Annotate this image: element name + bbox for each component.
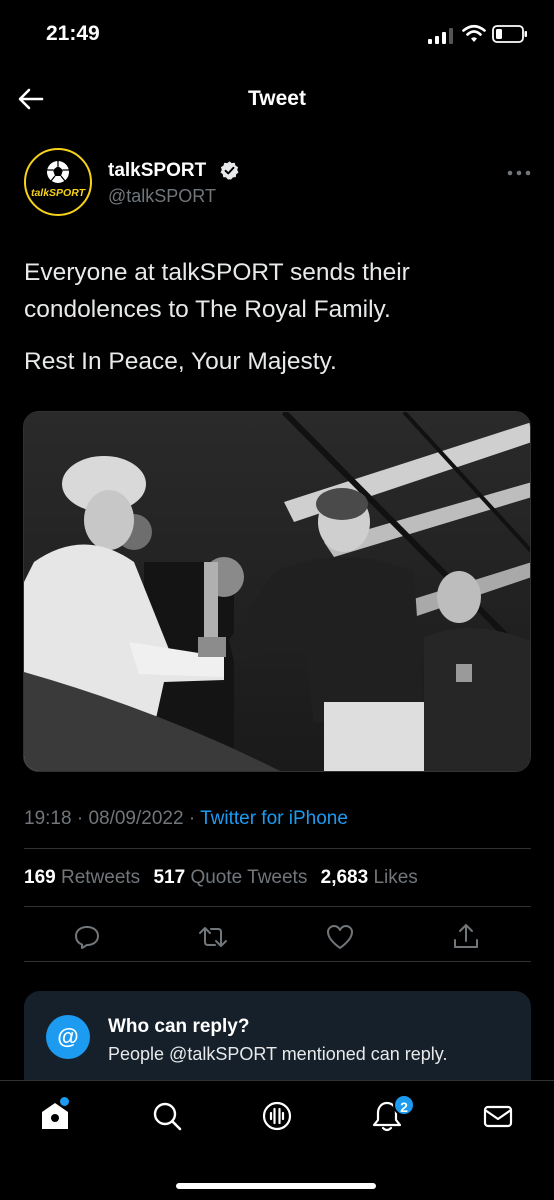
- retweets-label: Retweets: [60, 867, 141, 888]
- likes-stat[interactable]: 2,683 Likes: [321, 867, 418, 888]
- talksport-logo: talkSPORT: [31, 161, 87, 199]
- quote-tweets-stat[interactable]: 517 Quote Tweets: [153, 867, 307, 888]
- cellular-signal-icon: [428, 28, 453, 44]
- status-bar: 21:49: [0, 0, 554, 70]
- wifi-icon: [462, 24, 486, 42]
- who-can-reply-description: People @talkSPORT mentioned can reply.: [108, 1044, 448, 1064]
- at-sign-icon: @: [46, 1015, 90, 1059]
- tweet-stats: 169 Retweets 517 Quote Tweets 2,683 Like…: [24, 867, 426, 889]
- divider: [24, 848, 531, 849]
- meta-separator: ·: [188, 808, 196, 829]
- retweets-stat[interactable]: 169 Retweets: [24, 867, 140, 888]
- heart-icon[interactable]: [325, 922, 355, 952]
- tweet-text: Everyone at talkSPORT sends their condol…: [24, 259, 410, 323]
- who-can-reply-title: Who can reply?: [108, 1016, 250, 1037]
- photo-image: [24, 412, 530, 771]
- tweet-text-second-paragraph: Rest In Peace, Your Majesty.: [24, 348, 337, 375]
- battery-icon: [492, 25, 527, 43]
- user-handle[interactable]: @talkSPORT: [108, 186, 216, 207]
- quote-tweets-label: Quote Tweets: [190, 867, 308, 888]
- tweet-source-link[interactable]: Twitter for iPhone: [200, 808, 348, 829]
- home-indicator: [176, 1183, 376, 1189]
- bottom-tab-bar: 2: [0, 1080, 554, 1200]
- tweet-meta: 19:18 · 08/09/2022 · Twitter for iPhone: [24, 808, 348, 830]
- meta-separator: ·: [76, 808, 84, 829]
- notifications-badge: 2: [393, 1094, 415, 1116]
- avatar[interactable]: talkSPORT: [24, 148, 92, 216]
- divider: [24, 906, 531, 907]
- quote-tweets-count: 517: [153, 867, 186, 888]
- search-icon[interactable]: [150, 1099, 184, 1133]
- more-horizontal-icon[interactable]: [506, 168, 532, 178]
- likes-label: Likes: [373, 867, 418, 888]
- reply-icon[interactable]: [72, 922, 102, 952]
- likes-count: 2,683: [320, 867, 369, 888]
- home-unread-dot: [60, 1097, 69, 1106]
- mail-icon[interactable]: [481, 1099, 515, 1133]
- retweets-count: 169: [24, 867, 56, 888]
- tweet-photo[interactable]: [23, 411, 531, 772]
- divider: [24, 961, 531, 962]
- display-name[interactable]: talkSPORT: [108, 160, 206, 182]
- share-icon[interactable]: [451, 922, 481, 952]
- page-title: Tweet: [248, 87, 306, 110]
- retweet-icon[interactable]: [198, 922, 228, 952]
- tweet-time: 19:18: [24, 808, 72, 829]
- tweet-author: talkSPORT talkSPORT @talkSPORT: [0, 146, 554, 216]
- tweet-date: 08/09/2022: [88, 808, 184, 829]
- tweet-actions: [0, 918, 554, 958]
- svg-text:talkSPORT: talkSPORT: [31, 187, 87, 199]
- top-header: Tweet: [0, 70, 554, 128]
- status-time: 21:49: [46, 22, 100, 45]
- verified-badge-icon: [220, 161, 239, 180]
- spaces-icon[interactable]: [260, 1099, 294, 1133]
